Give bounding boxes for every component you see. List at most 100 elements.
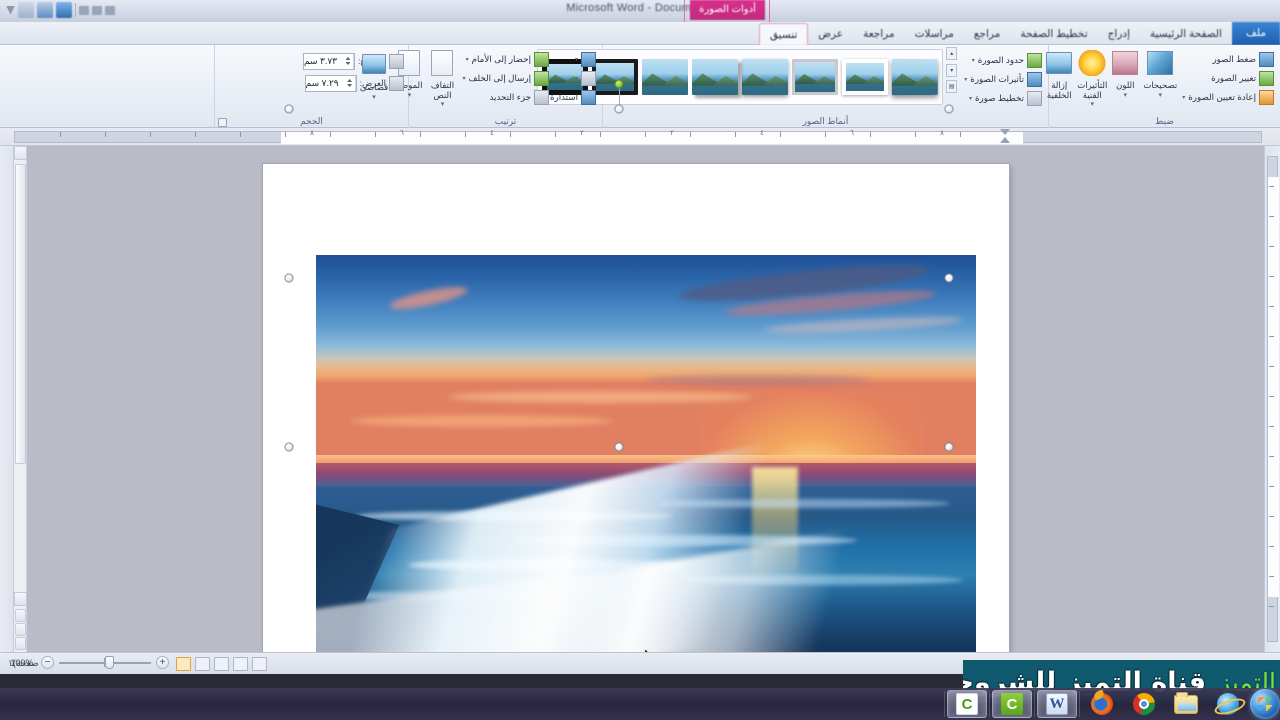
bring-forward-button[interactable]: إحضار إلى الأمام ▾: [460, 51, 551, 68]
ruler-track: [14, 131, 1262, 144]
horizontal-ruler[interactable]: ٨ ٦ ٤ ٢ ٢ ٤ ٦ ٨: [0, 128, 1280, 146]
send-backward-button[interactable]: إرسال إلى الخلف ▾: [460, 70, 551, 87]
picture-style-thumbnail[interactable]: [892, 58, 939, 96]
corrections-button[interactable]: تصحيحات ▾: [1143, 47, 1177, 100]
picture-style-thumbnail[interactable]: [642, 59, 689, 95]
zoom-controls[interactable]: + − 100%: [8, 656, 169, 669]
first-line-indent-marker[interactable]: [1000, 129, 1010, 135]
bring-forward-icon: [534, 52, 549, 67]
sunset-ocean-photo[interactable]: [316, 255, 976, 652]
zoom-percentage[interactable]: 100%: [8, 658, 36, 668]
ruler-page-area: [281, 132, 1023, 144]
word-icon-glyph: W: [1046, 693, 1068, 715]
picture-style-thumbnail[interactable]: [692, 59, 739, 95]
vertical-scrollbar[interactable]: [14, 146, 27, 652]
artistic-effects-icon: [1077, 49, 1107, 79]
window-title: Microsoft Word - Document1: [566, 2, 714, 14]
mozilla-firefox-icon[interactable]: [1082, 690, 1122, 718]
wrap-text-label: التفاف النص ▾: [427, 80, 457, 110]
ruler-number: ٤: [490, 130, 494, 137]
cloud: [448, 391, 752, 403]
picture-layout-button[interactable]: تخطيط صورة ▾: [962, 90, 1044, 107]
zoom-out-button[interactable]: −: [41, 656, 54, 669]
size-dialog-launcher[interactable]: [218, 118, 227, 127]
hanging-indent-marker[interactable]: [1000, 137, 1010, 143]
remove-background-button[interactable]: إزالة الخلفية: [1044, 47, 1074, 100]
artistic-effects-button[interactable]: التأثيرات الفنية ▾: [1077, 47, 1107, 110]
tab-view[interactable]: عرض: [808, 23, 853, 45]
scrollbar-thumb[interactable]: [15, 164, 26, 464]
shape-width-input[interactable]: ٧.٢٩ سم: [304, 74, 357, 92]
document-canvas[interactable]: [27, 146, 1264, 652]
print-layout-view-button[interactable]: [252, 657, 267, 671]
zoom-in-button[interactable]: +: [156, 656, 169, 669]
picture-effects-button[interactable]: تأثيرات الصورة ▾: [962, 71, 1044, 88]
full-screen-reading-view-button[interactable]: [233, 657, 248, 671]
windows-taskbar[interactable]: W C C: [0, 688, 1280, 720]
tab-file[interactable]: ملف: [1232, 22, 1280, 45]
tab-mailings[interactable]: مراسلات: [905, 23, 964, 45]
gallery-more-button[interactable]: ▤: [946, 80, 958, 93]
scroll-down-button[interactable]: [14, 592, 27, 606]
ribbon-group-adjust: ضغط الصور تغيير الصورة إعادة تعيين الصور…: [1046, 45, 1280, 128]
taskbar-separator: [1034, 691, 1035, 717]
shape-height-row: قصاصى ▾ الارتفاع: ٣.٧٣ سم: [302, 51, 404, 101]
view-buttons[interactable]: [176, 657, 267, 671]
zoom-slider[interactable]: [59, 656, 151, 669]
next-page-button[interactable]: [15, 637, 26, 650]
camtasia-recorder-icon[interactable]: C: [992, 690, 1032, 718]
color-button[interactable]: اللون ▾: [1110, 47, 1140, 100]
internet-explorer-icon[interactable]: [1208, 690, 1248, 718]
picture-style-thumbnail[interactable]: [742, 59, 789, 95]
shape-height-input[interactable]: ٣.٧٣ سم: [302, 52, 355, 70]
shape-height-value: ٣.٧٣ سم: [303, 55, 338, 66]
tab-page-layout[interactable]: تخطيط الصفحة: [1010, 23, 1097, 45]
tab-format[interactable]: تنسيق: [758, 23, 809, 45]
align-button[interactable]: ▾: [554, 51, 598, 68]
vertical-ruler-track: [1267, 156, 1279, 642]
picture-styles-menu: حدود الصورة ▾ تأثيرات الصورة ▾ تخطيط صور…: [962, 47, 1044, 107]
picture-style-thumbnail[interactable]: [792, 59, 839, 95]
picture-style-thumbnail[interactable]: [842, 59, 889, 95]
vertical-ruler-page-area: [1268, 177, 1279, 597]
select-browse-object-button[interactable]: [15, 623, 26, 636]
ruler-number: ٤: [760, 130, 764, 137]
picture-border-button[interactable]: حدود الصورة ▾: [962, 52, 1044, 69]
ribbon-group-arrange: ▾ ▾ استدارة ▾ إحضار إلى الأم: [396, 45, 602, 128]
wrap-text-button[interactable]: التفاف النص ▾: [427, 47, 457, 110]
rotate-button[interactable]: استدارة ▾: [544, 89, 598, 106]
tab-references[interactable]: مراجع: [964, 23, 1010, 45]
microsoft-word-icon[interactable]: W: [1037, 690, 1077, 718]
compress-pictures-button[interactable]: ضغط الصور: [1180, 51, 1276, 68]
camtasia-studio-glyph: C: [956, 693, 978, 715]
tab-review[interactable]: مراجعة: [853, 23, 905, 45]
chevron-down-icon: ▾: [440, 101, 445, 108]
gallery-scroll-up-button[interactable]: ▴: [946, 47, 958, 60]
gallery-scroll-down-button[interactable]: ▾: [946, 63, 958, 77]
ruler-number: ٨: [310, 130, 314, 137]
group-button[interactable]: ▾: [554, 70, 598, 87]
tab-insert[interactable]: إدراج: [1098, 23, 1140, 45]
draft-view-button[interactable]: [176, 657, 191, 671]
previous-page-button[interactable]: [15, 609, 26, 622]
photo-content: [316, 255, 976, 652]
selection-pane-button[interactable]: جزء التحديد: [460, 89, 551, 106]
outline-view-button[interactable]: [195, 657, 210, 671]
zoom-slider-thumb[interactable]: [105, 656, 114, 669]
ruler-number: ٦: [850, 130, 854, 137]
gallery-scroll-buttons[interactable]: ▴ ▾ ▤: [946, 47, 958, 93]
windows-start-orb[interactable]: [1250, 689, 1280, 719]
change-picture-button[interactable]: تغيير الصورة: [1180, 70, 1276, 87]
vertical-ruler-right[interactable]: [1264, 146, 1280, 652]
tab-home[interactable]: الصفحة الرئيسية: [1140, 23, 1232, 45]
picture-tools-label: أدوات الصورة: [690, 0, 765, 20]
camtasia-studio-icon[interactable]: C: [947, 690, 987, 718]
corrections-label: تصحيحات ▾: [1143, 80, 1178, 99]
scroll-up-button[interactable]: [14, 146, 27, 160]
reset-picture-button[interactable]: إعادة تعيين الصورة ▾: [1180, 89, 1276, 106]
web-layout-view-button[interactable]: [214, 657, 229, 671]
ribbon-tab-strip: ملف الصفحة الرئيسية إدراج تخطيط الصفحة م…: [0, 22, 1280, 45]
file-explorer-icon[interactable]: [1166, 690, 1206, 718]
google-chrome-icon[interactable]: [1124, 690, 1164, 718]
remove-background-label: إزالة الخلفية: [1046, 80, 1072, 100]
